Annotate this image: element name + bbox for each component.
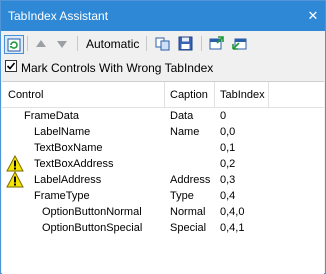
control-tabindex: 0,4,0 xyxy=(220,206,245,218)
control-tabindex: 0 xyxy=(220,110,227,122)
column-divider[interactable] xyxy=(268,82,269,107)
control-caption: Normal xyxy=(170,206,206,218)
control-caption: Special xyxy=(170,222,207,234)
toolbar-separator xyxy=(77,36,78,51)
move-down-button[interactable] xyxy=(53,35,71,52)
control-name: FrameData xyxy=(24,110,80,122)
checkmark-icon xyxy=(6,62,16,70)
control-name: LabelName xyxy=(34,126,91,138)
refresh-icon xyxy=(7,38,21,51)
table-row[interactable]: OptionButtonSpecial Special 0,4,1 xyxy=(2,221,324,237)
import-icon xyxy=(209,36,224,50)
control-name: TextBoxAddress xyxy=(34,158,114,170)
column-divider[interactable] xyxy=(164,82,165,107)
control-tabindex: 0,1 xyxy=(220,142,236,154)
warning-icon xyxy=(6,155,24,172)
automatic-button[interactable]: Automatic xyxy=(86,37,139,51)
table-row[interactable]: FrameData Data 0 xyxy=(2,109,324,125)
close-button[interactable]: ✕ xyxy=(306,9,320,23)
table-row[interactable]: OptionButtonNormal Normal 0,4,0 xyxy=(2,205,324,221)
warning-icon xyxy=(6,171,24,188)
control-tabindex: 0,4,1 xyxy=(220,222,245,234)
import-button[interactable] xyxy=(208,35,226,52)
column-header-caption[interactable]: Caption xyxy=(170,89,208,101)
toolbar-separator xyxy=(201,36,202,51)
control-name: OptionButtonSpecial xyxy=(42,222,143,234)
controls-grid: Control Caption TabIndex FrameData Data … xyxy=(2,81,324,274)
save-button[interactable] xyxy=(177,35,195,52)
control-tabindex: 0,3 xyxy=(220,174,236,186)
move-up-button[interactable] xyxy=(32,35,50,52)
control-name: FrameType xyxy=(34,190,90,202)
control-name: LabelAddress xyxy=(34,174,102,186)
toolbar-separator xyxy=(146,36,147,51)
control-tabindex: 0,2 xyxy=(220,158,236,170)
column-header-tabindex[interactable]: TabIndex xyxy=(220,89,265,101)
copy-button[interactable] xyxy=(154,35,172,52)
control-tabindex: 0,0 xyxy=(220,126,236,138)
toolbar: Automatic xyxy=(1,31,325,57)
mark-wrong-checkbox[interactable] xyxy=(5,60,17,72)
export-icon xyxy=(232,38,247,50)
table-row[interactable]: TextBoxAddress 0,2 xyxy=(2,155,324,173)
mark-wrong-label[interactable]: Mark Controls With Wrong TabIndex xyxy=(21,61,213,75)
title-bar: TabIndex Assistant ✕ xyxy=(1,1,325,31)
toolbar-separator xyxy=(27,36,28,51)
control-caption: Address xyxy=(170,174,211,186)
table-row[interactable]: LabelName Name 0,0 xyxy=(2,125,324,141)
export-button[interactable] xyxy=(230,35,248,52)
tabindex-assistant-window: TabIndex Assistant ✕ Automatic Mark Cont… xyxy=(0,0,326,274)
control-caption: Type xyxy=(170,190,194,202)
control-caption: Data xyxy=(170,110,194,122)
column-header-control[interactable]: Control xyxy=(8,89,43,101)
table-row[interactable]: TextBoxName 0,1 xyxy=(2,141,324,157)
window-title: TabIndex Assistant xyxy=(8,9,109,23)
arrow-up-icon xyxy=(36,39,46,47)
control-name: OptionButtonNormal xyxy=(42,206,142,218)
control-name: TextBoxName xyxy=(34,142,103,154)
grid-header: Control Caption TabIndex xyxy=(2,82,324,108)
table-row[interactable]: FrameType Type 0,4 xyxy=(2,189,324,205)
save-icon xyxy=(178,36,193,51)
mark-wrong-option: Mark Controls With Wrong TabIndex xyxy=(1,56,325,78)
control-caption: Name xyxy=(170,126,200,138)
table-row[interactable]: LabelAddress Address 0,3 xyxy=(2,171,324,189)
control-tabindex: 0,4 xyxy=(220,190,236,202)
refresh-button[interactable] xyxy=(4,35,24,54)
copy-icon xyxy=(155,37,170,50)
column-divider[interactable] xyxy=(214,82,215,107)
arrow-down-icon xyxy=(57,40,67,48)
